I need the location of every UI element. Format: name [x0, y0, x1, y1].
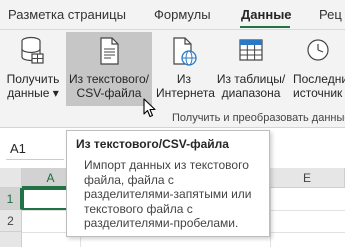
from-web-button[interactable]: Из Интернета	[156, 32, 215, 106]
row-header-2[interactable]: 2	[0, 210, 22, 232]
from-web-label: Из Интернета	[156, 72, 215, 100]
recent-sources-button[interactable]: Последни источник	[290, 32, 345, 106]
from-text-csv-label: Из текстового/ CSV-файла	[69, 72, 149, 100]
row-header-1[interactable]: 1	[0, 188, 22, 210]
web-page-icon	[173, 37, 197, 66]
ribbon-panel: Получить данные ▾ Из текстового/ CSV-фай…	[0, 30, 345, 128]
ribbon-tab-bar: Разметка страницы Формулы Данные Рец	[0, 0, 345, 30]
column-header-e[interactable]: E	[270, 168, 345, 188]
active-tab-indicator	[240, 26, 290, 28]
group-label: Получить и преобразовать данные	[172, 112, 345, 124]
tooltip-body: Импорт данных из текстового файла, файла…	[84, 158, 252, 230]
tab-page-layout[interactable]: Разметка страницы	[8, 7, 126, 22]
name-box[interactable]: A1	[6, 138, 64, 160]
mouse-pointer-icon	[143, 98, 156, 118]
tab-formulas[interactable]: Формулы	[154, 7, 211, 22]
text-file-icon	[100, 37, 119, 65]
row-header[interactable]	[0, 232, 22, 247]
tooltip-title: Из текстового/CSV-файла	[76, 137, 229, 151]
recent-sources-label: Последни источник	[293, 72, 345, 100]
from-table-range-label: Из таблицы/ диапазона	[216, 72, 286, 100]
clock-icon	[307, 39, 329, 61]
from-text-csv-button[interactable]: Из текстового/ CSV-файла	[66, 32, 152, 106]
tooltip: Из текстового/CSV-файла Импорт данных из…	[66, 130, 270, 237]
tab-data[interactable]: Данные	[241, 7, 292, 22]
select-all-corner[interactable]	[0, 168, 22, 188]
get-data-button[interactable]: Получить данные ▾	[2, 32, 64, 106]
from-table-range-button[interactable]: Из таблицы/ диапазона	[214, 32, 288, 106]
database-icon	[21, 36, 44, 64]
tab-review[interactable]: Рец	[319, 7, 342, 22]
table-icon	[239, 39, 263, 61]
gridline	[270, 188, 271, 247]
get-data-label: Получить данные ▾	[6, 72, 60, 100]
